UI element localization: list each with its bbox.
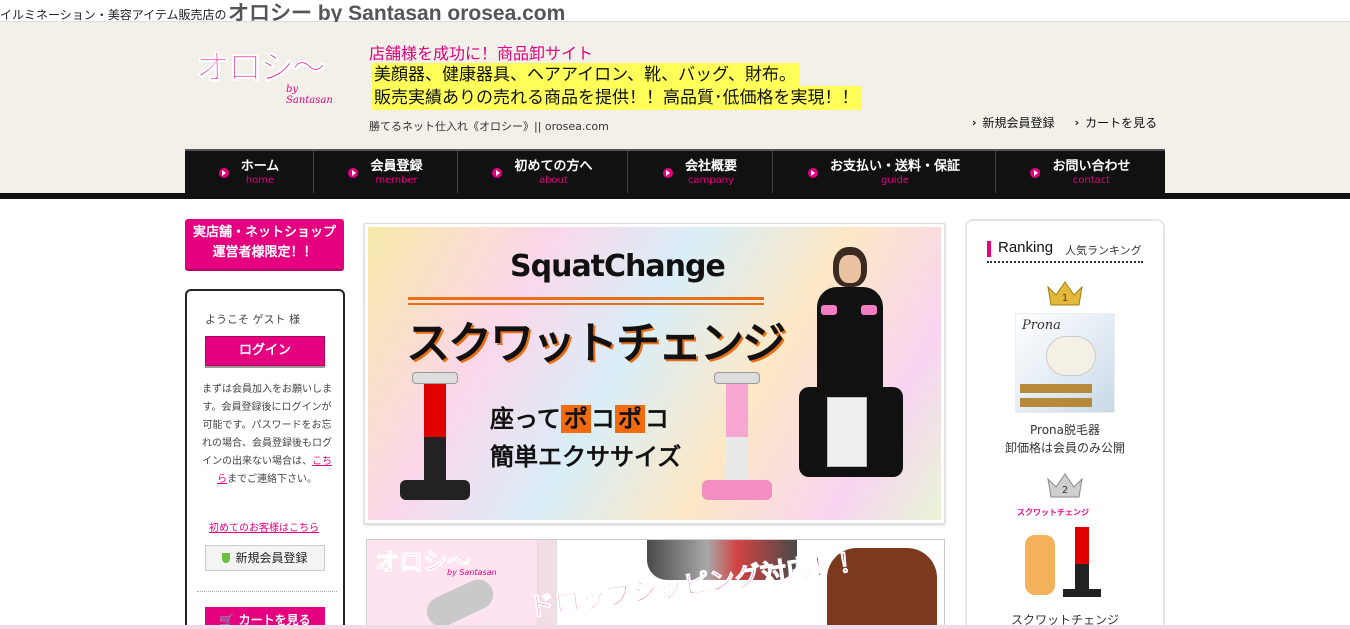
header-divider [0, 193, 1350, 199]
model-image [791, 247, 911, 499]
logo-main-text: オロシ〜 [196, 48, 327, 89]
promo-line-2: 運営者様限定！！ [212, 245, 317, 260]
play-arrow-icon [492, 168, 503, 178]
nav-label-jp: お支払い・送料・保証 [829, 159, 960, 174]
nav-label-en: about [539, 175, 568, 186]
nav-item-company[interactable]: 会社概要 campany [628, 151, 773, 195]
welcome-text: ようこそ ゲスト 様 [205, 313, 300, 326]
product-brand-label: Prona [1022, 318, 1061, 333]
banner-image: SquatChange スクワットチェンジ 座ってポコポコ 簡単エクササイズ [368, 227, 941, 520]
nav-item-home[interactable]: ホーム home [185, 151, 314, 195]
header: オロシ〜 by Santasan 店舗様を成功に！商品卸サイト 美顔器、健康器具… [0, 22, 1350, 195]
login-note-tail: までご連絡下さい。 [227, 474, 317, 485]
nav-label-jp: ホーム [240, 159, 280, 174]
gold-crown-icon: 1 [1045, 279, 1085, 307]
play-arrow-icon [218, 168, 229, 178]
sit-label: 座って [490, 405, 561, 433]
header-register-label: 新規会員登録 [982, 116, 1055, 130]
silver-crown-icon: 2 [1045, 471, 1085, 499]
nav-label-en: home [245, 175, 275, 186]
login-button[interactable]: ログイン [205, 336, 325, 366]
ranking-header: Ranking 人気ランキング [987, 239, 1143, 263]
divider [197, 591, 337, 592]
rank-1-product-image[interactable]: Prona [1015, 313, 1115, 413]
heading-accent [987, 241, 991, 257]
rank-1-name[interactable]: Prona脱毛器 卸価格は会員のみ公開 [967, 421, 1163, 457]
login-note-text: まずは会員加入をお願いします。会員登録後にログインが可能です。パスワードをお忘れ… [202, 384, 332, 467]
site-title-bar: イルミネーション・美容アイテム販売店の オロシー by Santasan oro… [0, 0, 1350, 25]
footer-strip [0, 625, 1350, 629]
product-image-caption: スクワットチェンジ [1017, 508, 1089, 517]
pink-stool-image [702, 372, 772, 500]
first-time-link[interactable]: 初めてのお客様はこちら [209, 519, 319, 534]
nav-label-en: guide [881, 175, 909, 186]
ranking-title-en: Ranking [998, 239, 1054, 256]
nav-label-jp: 初めての方へ [514, 159, 593, 174]
ko-char: コ [590, 405, 615, 433]
dropshipping-banner[interactable]: オロシ〜 by Santasan ドロップシッピング対応！！ [366, 539, 945, 629]
banner2-logo-sub: by Santasan [447, 568, 497, 577]
banner-sit-text: 座ってポコポコ [490, 399, 669, 434]
header-register-link[interactable]: › 新規会員登録 [972, 114, 1055, 131]
promo-banner[interactable]: 実店舗・ネットショップ 運営者様限定！！ [185, 219, 344, 269]
shield-icon [222, 553, 231, 563]
banner-jp-title: スクワットチェンジ [406, 318, 786, 369]
red-stool-image [400, 372, 470, 500]
ranking-panel: Ranking 人気ランキング 1 Prona Prona脱毛器 卸価格は会員の… [965, 219, 1165, 629]
ko-char: コ [644, 405, 669, 433]
nav-label-jp: 会社概要 [684, 159, 737, 174]
play-arrow-icon [348, 168, 359, 178]
site-title-small: イルミネーション・美容アイテム販売店の [0, 8, 227, 22]
nav-label-jp: 会員登録 [370, 159, 423, 174]
banner-rule [408, 303, 764, 305]
logo-sub-text: by Santasan [286, 84, 333, 106]
chevron-right-icon: › [1074, 116, 1080, 129]
tagline-products: 美顔器、健康器具、ヘアアイロン、靴、バッグ、財布。 [371, 63, 799, 87]
squat-change-banner[interactable]: SquatChange スクワットチェンジ 座ってポコポコ 簡単エクササイズ [364, 223, 945, 524]
site-logo[interactable]: オロシ〜 by Santasan [196, 40, 346, 107]
main-nav: ホーム home 会員登録 member 初めての方へ about 会社概要 campa… [185, 149, 1165, 195]
rank-1-name-line2: 卸価格は会員のみ公開 [1004, 441, 1125, 455]
promo-line-1: 実店舗・ネットショップ [192, 225, 336, 240]
tagline-quality: 販売実績ありの売れる商品を提供！！高品質･低価格を実現！！ [371, 86, 862, 110]
svg-text:2: 2 [1062, 485, 1068, 496]
nav-label-en: contact [1072, 175, 1111, 186]
nav-item-guide[interactable]: お支払い・送料・保証 guide [773, 151, 996, 195]
header-links: › 新規会員登録 › カートを見る [972, 114, 1157, 131]
nav-label-en: campany [687, 175, 735, 186]
chevron-right-icon: › [972, 116, 977, 129]
play-arrow-icon [1030, 168, 1041, 178]
register-button-label: 新規会員登録 [235, 551, 308, 565]
header-cart-link[interactable]: › カートを見る [1075, 114, 1158, 131]
poko-badge: ポ [560, 405, 591, 433]
rank-1-name-line1: Prona脱毛器 [1030, 423, 1100, 437]
login-panel: ようこそ ゲスト 様 ログイン まずは会員加入をお願いします。会員登録後にログイ… [185, 289, 345, 629]
nav-item-about[interactable]: 初めての方へ about [458, 151, 628, 195]
banner-en-title: SquatChange [510, 249, 726, 284]
play-arrow-icon [807, 168, 818, 178]
banner-easy-text: 簡単エクササイズ [490, 443, 682, 471]
register-button[interactable]: 新規会員登録 [205, 545, 325, 571]
play-arrow-icon [662, 168, 673, 178]
nav-item-member[interactable]: 会員登録 member [314, 151, 458, 195]
poko-badge: ポ [614, 405, 645, 433]
rank-2-product-image[interactable]: スクワットチェンジ [1015, 505, 1115, 605]
login-note: まずは会員加入をお願いします。会員登録後にログインが可能です。パスワードをお忘れ… [199, 381, 335, 489]
banner-rule [408, 297, 764, 300]
header-cart-label: カートを見る [1085, 116, 1158, 130]
header-subtitle: 勝てるネット仕入れ《オロシー》|| orosea.com [369, 120, 609, 133]
tagline-main: 店舗様を成功に！商品卸サイト [369, 44, 594, 63]
ranking-title-jp: 人気ランキング [1065, 244, 1142, 257]
nav-label-en: member [375, 175, 418, 186]
nav-item-contact[interactable]: お問い合わせ contact [996, 151, 1165, 195]
svg-text:1: 1 [1062, 293, 1068, 304]
nav-label-jp: お問い合わせ [1052, 159, 1131, 174]
